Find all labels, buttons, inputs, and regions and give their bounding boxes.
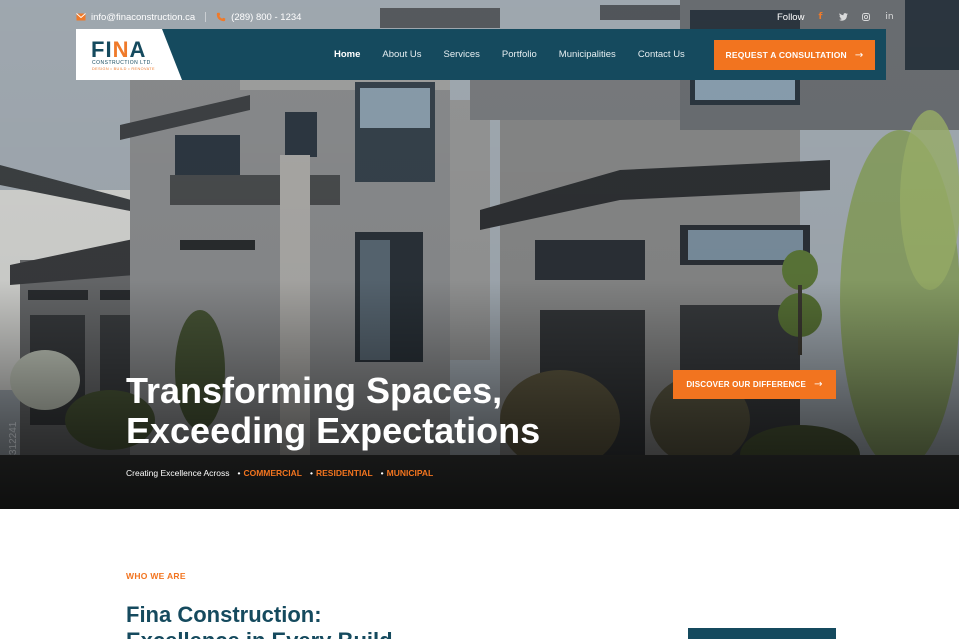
tagline-commercial: COMMERCIAL	[243, 468, 303, 478]
bullet: •	[380, 468, 384, 478]
nav-item-home[interactable]: Home	[334, 49, 360, 60]
request-consultation-button[interactable]: REQUEST A CONSULTATION →	[714, 40, 875, 70]
instagram-icon[interactable]	[859, 10, 873, 24]
bullet: •	[237, 468, 241, 478]
nav-item-services[interactable]: Services	[443, 49, 479, 60]
fina-logo[interactable]: FINA CONSTRUCTION LTD. DESIGN • BUILD • …	[76, 29, 182, 80]
twitter-icon[interactable]	[836, 10, 850, 24]
logo-subtitle: CONSTRUCTION LTD.	[92, 60, 153, 66]
arrow-right-icon: →	[814, 379, 823, 390]
facebook-icon[interactable]: f	[813, 10, 827, 24]
nav-menu: Home About Us Services Portfolio Municip…	[334, 29, 707, 80]
about-side-panel	[688, 628, 836, 639]
who-we-are-label: WHO WE ARE	[126, 571, 186, 581]
about-title-line1: Fina Construction:	[126, 602, 322, 627]
linkedin-icon[interactable]: in	[882, 10, 896, 24]
envelope-icon	[76, 12, 86, 22]
request-consultation-label: REQUEST A CONSULTATION	[725, 50, 847, 60]
main-navbar: FINA CONSTRUCTION LTD. DESIGN • BUILD • …	[76, 29, 886, 80]
discover-difference-button[interactable]: DISCOVER OUR DIFFERENCE →	[673, 370, 836, 399]
logo-tagline: DESIGN • BUILD • RENOVATE	[92, 67, 155, 71]
tagline-prefix: Creating Excellence Across	[126, 468, 230, 478]
follow-label: Follow	[777, 11, 805, 23]
phone-icon	[216, 12, 226, 22]
hero-headline-line2: Exceeding Expectations	[126, 410, 541, 451]
about-title-line2: Excellence in Every Build	[126, 628, 393, 639]
nav-item-portfolio[interactable]: Portfolio	[502, 49, 537, 60]
divider	[205, 12, 207, 22]
arrow-right-icon: →	[854, 49, 864, 61]
bullet: •	[310, 468, 313, 478]
email-link[interactable]: info@finaconstruction.ca	[91, 12, 195, 23]
discover-difference-label: DISCOVER OUR DIFFERENCE	[686, 380, 807, 389]
hero-headline-line1: Transforming Spaces,	[126, 370, 503, 411]
phone-link[interactable]: (289) 800 - 1234	[231, 12, 301, 23]
nav-item-contact-us[interactable]: Contact Us	[638, 49, 685, 60]
about-title: Fina Construction: Excellence in Every B…	[126, 602, 393, 639]
nav-item-municipalities[interactable]: Municipalities	[559, 49, 616, 60]
hero-tagline: Creating Excellence Across • COMMERCIAL …	[126, 467, 433, 479]
tagline-residential: RESIDENTIAL	[316, 468, 373, 478]
hero-headline: Transforming Spaces, Exceeding Expectati…	[126, 371, 666, 451]
contact-topbar: info@finaconstruction.ca (289) 800 - 123…	[76, 9, 301, 25]
social-follow: Follow f in	[777, 9, 896, 25]
nav-item-about-us[interactable]: About Us	[382, 49, 421, 60]
stock-watermark: 312241	[8, 421, 19, 455]
hero-section: 312241 info@finaconstruction.ca (289) 80…	[0, 0, 959, 509]
tagline-municipal: MUNICIPAL	[386, 468, 434, 478]
